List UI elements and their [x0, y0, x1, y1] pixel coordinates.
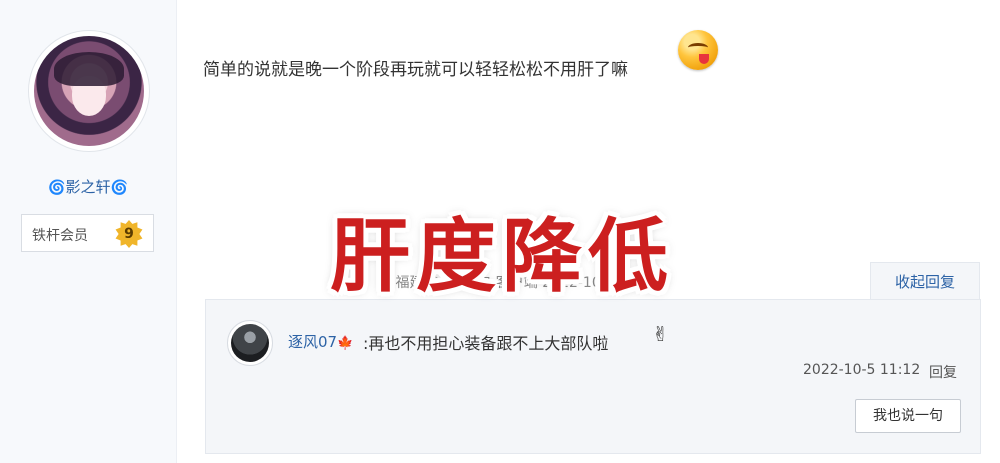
reply-link[interactable]: 回复 [929, 362, 957, 382]
overlay-title: 肝度降低 [330, 210, 674, 303]
reply-panel: 逐风07🍁 :再也不用担心装备跟不上大部队啦 ✌ 2022-10-5 11:12… [205, 299, 981, 454]
say-something-button[interactable]: 我也说一句 [855, 399, 961, 433]
collapse-reply-button[interactable]: 收起回复 [870, 262, 980, 300]
author-name-text[interactable]: 影之轩 [65, 178, 110, 196]
reply-username-text[interactable]: 逐风07 [288, 333, 337, 351]
reply-avatar[interactable] [227, 320, 273, 366]
author-column: 🌀影之轩🌀 铁杆会员 9 [0, 0, 177, 463]
swirl-icon: 🌀 [110, 180, 128, 196]
member-title: 铁杆会员 [32, 228, 88, 244]
maple-leaf-icon: 🍁 [337, 336, 354, 351]
yum-face-emoji-icon [678, 30, 718, 70]
author-name[interactable]: 🌀影之轩🌀 [0, 176, 176, 197]
victory-hand-icon: ✌ [652, 322, 669, 346]
reply-username[interactable]: 逐风07🍁 [288, 331, 353, 352]
author-avatar[interactable] [28, 30, 150, 152]
level-star-icon: 9 [115, 220, 143, 248]
post-content: 简单的说就是晚一个阶段再玩就可以轻轻松松不用肝了嘛 [203, 60, 628, 80]
reply-text: 再也不用担心装备跟不上大部队啦 [368, 334, 609, 353]
reply-avatar-image [231, 324, 269, 362]
member-badge[interactable]: 铁杆会员 9 [21, 214, 154, 252]
reply-timestamp: 2022-10-5 11:12 [803, 362, 921, 378]
swirl-icon: 🌀 [48, 180, 66, 196]
reply-content: :再也不用担心装备跟不上大部队啦 [363, 330, 608, 354]
author-avatar-image [34, 36, 144, 146]
